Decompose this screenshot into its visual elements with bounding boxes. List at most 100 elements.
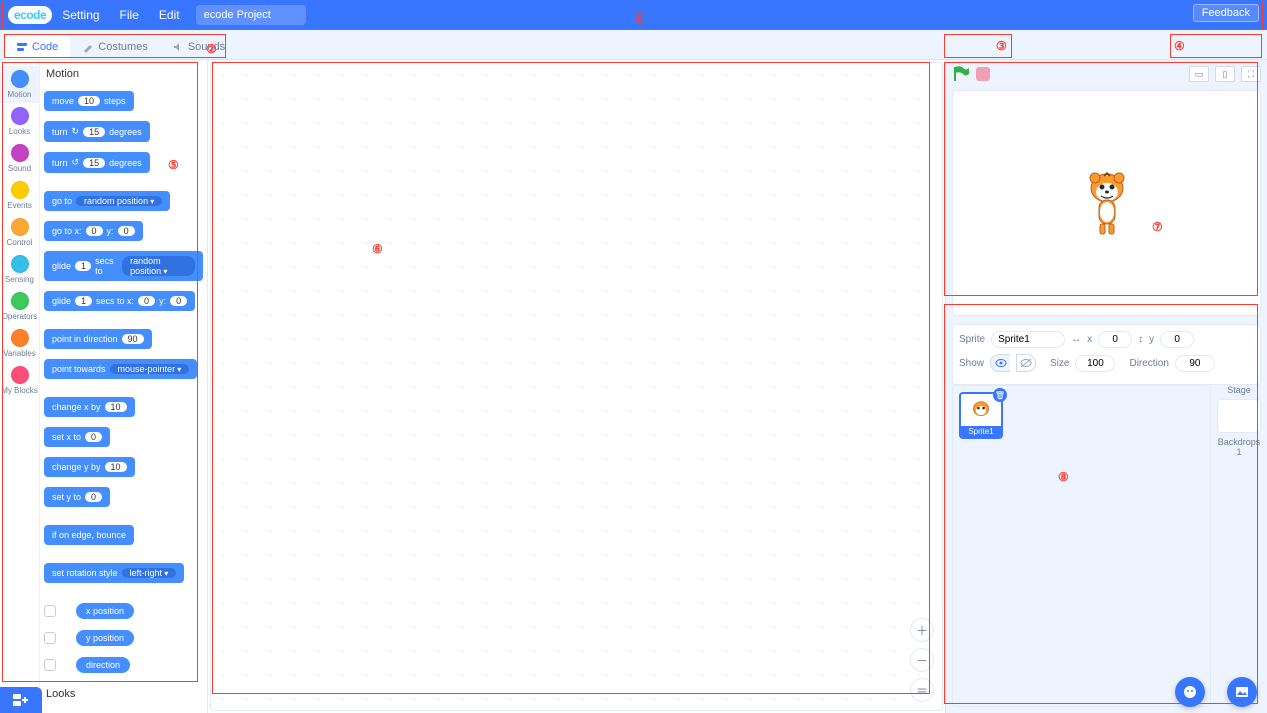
add-sprite-button[interactable] bbox=[1175, 677, 1205, 707]
menu-file[interactable]: File bbox=[110, 8, 149, 22]
category-control[interactable]: Control bbox=[0, 214, 39, 251]
stage-canvas[interactable] bbox=[952, 90, 1261, 316]
sprite-info-panel: Sprite ↔ x ↕ y Show Size Direction bbox=[952, 324, 1261, 385]
reporter-y-position-row[interactable]: y position bbox=[44, 626, 203, 650]
block-edge-bounce[interactable]: if on edge, bounce bbox=[44, 525, 134, 545]
block-point-direction[interactable]: point in direction90 bbox=[44, 329, 152, 349]
category-variables[interactable]: Variables bbox=[0, 325, 39, 362]
backdrop-count: 1 bbox=[1236, 447, 1241, 457]
category-sound[interactable]: Sound bbox=[0, 140, 39, 177]
main-area: Motion Looks Sound Events Control Sensin… bbox=[0, 60, 1267, 713]
y-icon: ↕ bbox=[1138, 334, 1143, 345]
reporter-y-position[interactable]: y position bbox=[76, 630, 134, 646]
stage-large-button[interactable]: ▯ bbox=[1215, 66, 1235, 82]
green-flag-button[interactable] bbox=[952, 65, 970, 83]
stage-full-button[interactable]: ⛶ bbox=[1241, 66, 1261, 82]
checkbox[interactable] bbox=[44, 605, 56, 617]
delete-sprite-button[interactable]: 🗑 bbox=[993, 388, 1007, 402]
sprite-tile-label: Sprite1 bbox=[961, 426, 1001, 437]
block-set-x[interactable]: set x to0 bbox=[44, 427, 110, 447]
zoom-out-button[interactable]: － bbox=[910, 648, 934, 672]
menu-edit[interactable]: Edit bbox=[149, 8, 190, 22]
rotate-cw-icon: ↻ bbox=[72, 126, 80, 137]
blocks-plus-icon bbox=[12, 692, 30, 708]
block-move-steps[interactable]: move10steps bbox=[44, 91, 134, 111]
blocks-list[interactable]: Motion move10steps turn↻15degrees turn↺1… bbox=[40, 60, 207, 713]
block-goto-xy[interactable]: go to x:0y:0 bbox=[44, 221, 143, 241]
stage-small-button[interactable]: ▭ bbox=[1189, 66, 1209, 82]
speaker-icon bbox=[172, 41, 184, 53]
blocks-category-title: Motion bbox=[46, 68, 203, 80]
rotate-ccw-icon: ↺ bbox=[72, 157, 80, 168]
block-turn-cw[interactable]: turn↻15degrees bbox=[44, 121, 150, 142]
blocks-panel: Motion Looks Sound Events Control Sensin… bbox=[0, 60, 208, 713]
sprite-x-input[interactable] bbox=[1098, 331, 1132, 348]
xy-icon: ↔ bbox=[1071, 334, 1081, 345]
stage-thumbnail[interactable] bbox=[1217, 399, 1261, 433]
tab-code[interactable]: Code bbox=[4, 35, 70, 59]
stage-label: Stage bbox=[1227, 385, 1251, 395]
zoom-in-button[interactable]: ＋ bbox=[910, 618, 934, 642]
block-goto-random[interactable]: go torandom position bbox=[44, 191, 170, 211]
stop-button[interactable] bbox=[976, 67, 990, 81]
reporter-direction-row[interactable]: direction bbox=[44, 653, 203, 677]
block-change-y[interactable]: change y by10 bbox=[44, 457, 135, 477]
code-icon bbox=[16, 41, 28, 53]
sprite-direction-input[interactable] bbox=[1175, 355, 1215, 372]
sprite-y-input[interactable] bbox=[1160, 331, 1194, 348]
reporter-direction[interactable]: direction bbox=[76, 657, 130, 673]
backdrops-label: Backdrops bbox=[1218, 437, 1261, 447]
stage-header: ▭ ▯ ⛶ bbox=[946, 60, 1267, 88]
block-rotation-style[interactable]: set rotation styleleft-right bbox=[44, 563, 184, 583]
workspace-controls: ＋ － ＝ bbox=[910, 618, 934, 702]
tab-label: Code bbox=[32, 41, 58, 53]
menu-setting[interactable]: Setting bbox=[52, 8, 109, 22]
cat-icon bbox=[1182, 684, 1198, 700]
show-hidden-button[interactable] bbox=[1016, 354, 1036, 372]
show-visible-button[interactable] bbox=[990, 354, 1010, 372]
tab-label: Sounds bbox=[188, 41, 225, 53]
sprite-list[interactable]: 🗑 Sprite1 bbox=[952, 385, 1211, 707]
block-glide-xy[interactable]: glide1secs to x:0y:0 bbox=[44, 291, 195, 311]
editor-tabs: Code Costumes Sounds bbox=[0, 30, 1267, 60]
sprite-size-input[interactable] bbox=[1075, 355, 1115, 372]
checkbox[interactable] bbox=[44, 632, 56, 644]
category-myblocks[interactable]: My Blocks bbox=[0, 362, 39, 399]
block-glide-random[interactable]: glide1secs torandom position bbox=[44, 251, 203, 281]
sprite-name-input[interactable] bbox=[991, 331, 1065, 348]
tab-sounds[interactable]: Sounds bbox=[160, 35, 237, 59]
image-icon bbox=[1234, 684, 1250, 700]
category-rail: Motion Looks Sound Events Control Sensin… bbox=[0, 60, 40, 713]
eye-icon bbox=[995, 358, 1007, 368]
block-turn-ccw[interactable]: turn↺15degrees bbox=[44, 152, 150, 173]
add-backdrop-button[interactable] bbox=[1227, 677, 1257, 707]
blocks-next-category: Looks bbox=[46, 688, 203, 700]
category-sensing[interactable]: Sensing bbox=[0, 251, 39, 288]
block-point-towards[interactable]: point towardsmouse-pointer bbox=[44, 359, 197, 379]
reporter-x-position-row[interactable]: x position bbox=[44, 599, 203, 623]
sprite-on-stage[interactable] bbox=[1085, 170, 1129, 236]
tab-costumes[interactable]: Costumes bbox=[70, 35, 160, 59]
sprite-tile[interactable]: 🗑 Sprite1 bbox=[959, 392, 1003, 439]
project-name-input[interactable] bbox=[196, 5, 306, 25]
menu-bar: ecode Setting File Edit Feedback bbox=[0, 0, 1267, 30]
feedback-button[interactable]: Feedback bbox=[1193, 4, 1259, 22]
tab-label: Costumes bbox=[98, 41, 148, 53]
category-events[interactable]: Events bbox=[0, 177, 39, 214]
zoom-reset-button[interactable]: ＝ bbox=[910, 678, 934, 702]
sprite-label: Sprite bbox=[959, 334, 985, 345]
checkbox[interactable] bbox=[44, 659, 56, 671]
category-looks[interactable]: Looks bbox=[0, 103, 39, 140]
brush-icon bbox=[82, 41, 94, 53]
stage-selector[interactable]: Stage Backdrops 1 bbox=[1217, 385, 1261, 707]
code-workspace[interactable]: ＋ － ＝ bbox=[210, 62, 943, 711]
block-set-y[interactable]: set y to0 bbox=[44, 487, 110, 507]
category-motion[interactable]: Motion bbox=[0, 66, 39, 103]
reporter-x-position[interactable]: x position bbox=[76, 603, 134, 619]
logo[interactable]: ecode bbox=[8, 6, 52, 24]
block-change-x[interactable]: change x by10 bbox=[44, 397, 135, 417]
sprite-thumb-icon bbox=[963, 396, 999, 424]
extension-button[interactable] bbox=[0, 687, 42, 713]
category-operators[interactable]: Operators bbox=[0, 288, 39, 325]
eye-off-icon bbox=[1020, 358, 1032, 368]
